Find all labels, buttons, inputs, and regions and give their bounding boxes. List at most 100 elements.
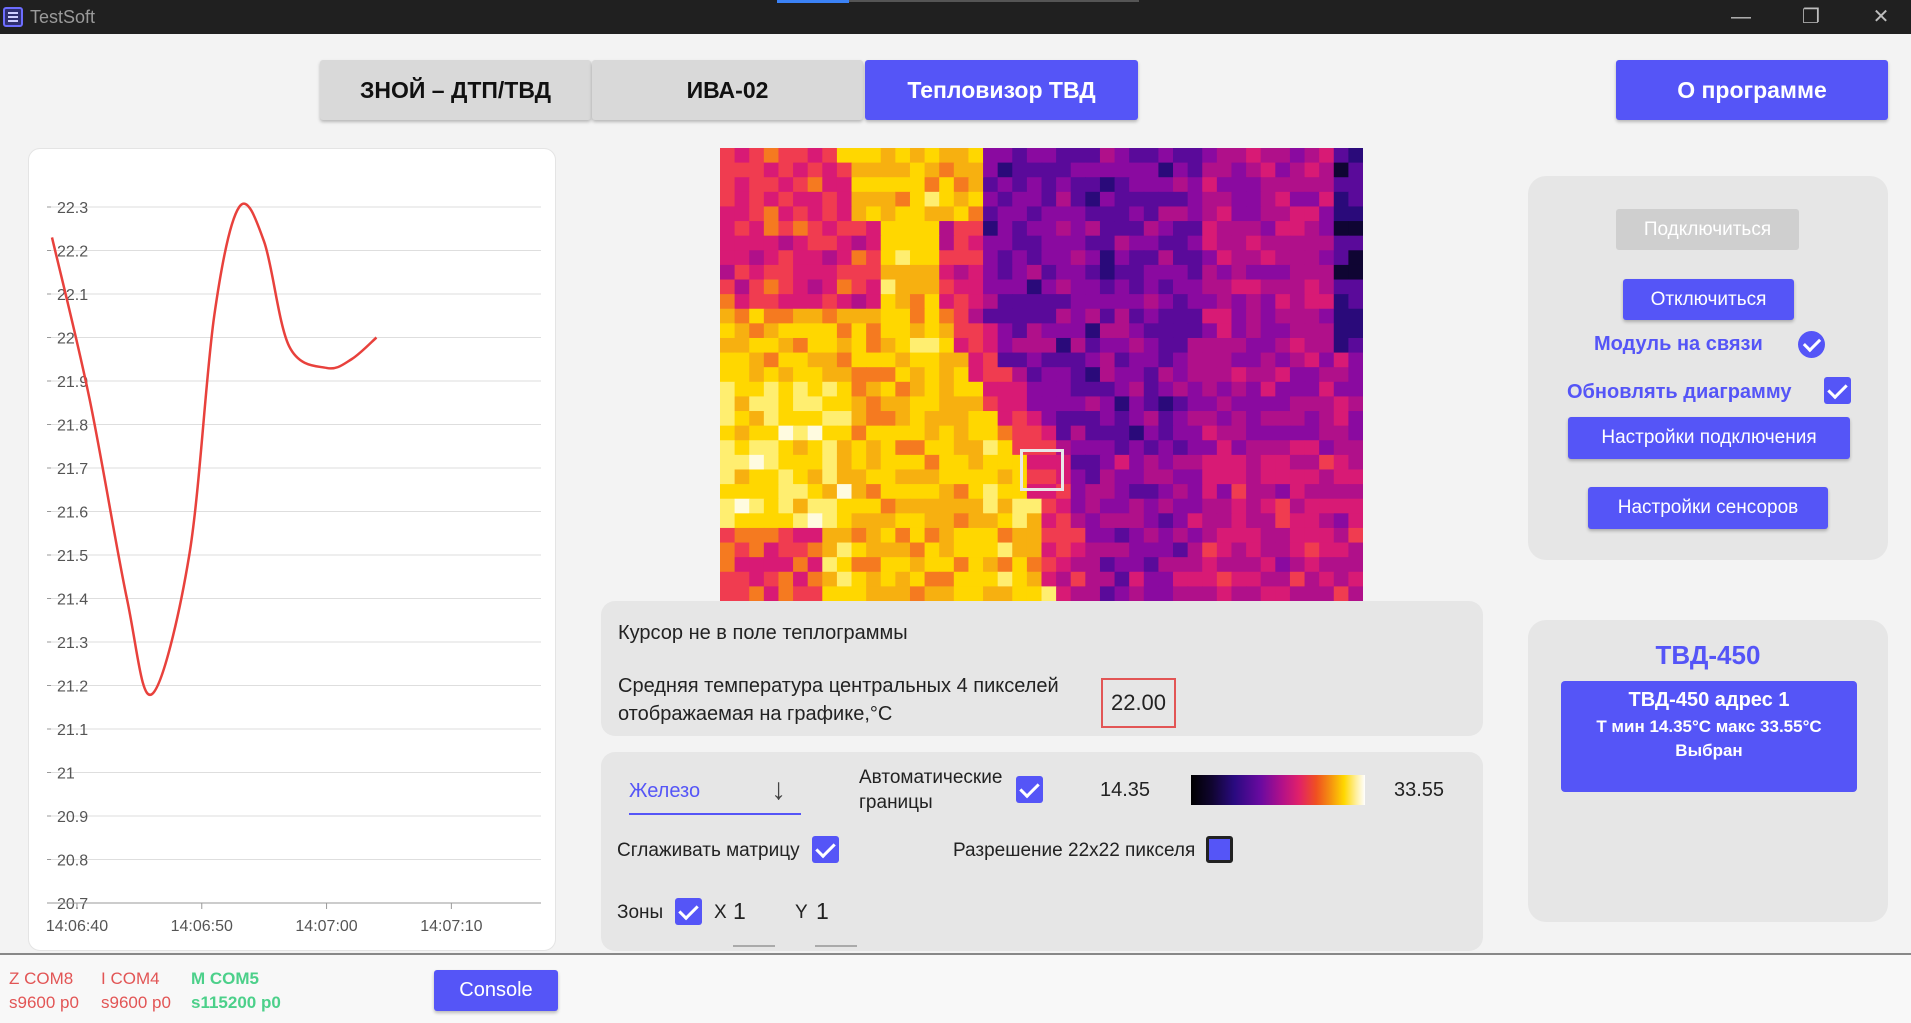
thermo-pixel — [1056, 191, 1072, 208]
disconnect-button[interactable]: Отключиться — [1623, 279, 1794, 320]
thermo-pixel — [1114, 527, 1130, 544]
x-tick-label: 14:07:00 — [295, 918, 357, 935]
thermo-pixel — [1129, 337, 1145, 354]
thermo-pixel — [1143, 221, 1160, 237]
thermo-pixel — [1085, 235, 1101, 251]
tab-iva-02[interactable]: ИВА-02 — [592, 60, 863, 120]
thermo-pixel — [968, 440, 984, 456]
thermo-pixel — [1085, 527, 1101, 544]
y-tick-label: 21.2 — [57, 679, 88, 696]
thermo-pixel — [1216, 177, 1233, 193]
thermo-pixel — [880, 469, 896, 485]
update-chart-checkbox[interactable] — [1824, 377, 1851, 404]
thermo-pixel — [909, 279, 926, 295]
thermo-pixel — [1012, 323, 1028, 339]
thermo-pixel — [793, 177, 809, 193]
thermo-pixel — [1056, 221, 1072, 237]
thermogram[interactable] — [720, 148, 1363, 601]
auto-bounds-checkbox[interactable] — [1016, 776, 1043, 803]
thermo-pixel — [1056, 308, 1072, 324]
about-button[interactable]: О программе — [1616, 60, 1888, 120]
thermo-pixel — [793, 513, 809, 529]
thermo-pixel — [1129, 221, 1145, 237]
title-bar: TestSoft — ❐ ✕ — [0, 0, 1911, 34]
thermo-pixel — [1275, 235, 1291, 251]
thermo-pixel — [1158, 191, 1174, 208]
thermo-pixel — [851, 513, 867, 529]
thermo-pixel — [1143, 279, 1160, 295]
thermo-pixel — [939, 235, 955, 251]
thermo-pixel — [1275, 191, 1291, 208]
zone-x-input[interactable]: 1 — [733, 898, 746, 925]
thermo-pixel — [866, 279, 882, 295]
thermo-pixel — [1202, 250, 1218, 266]
thermo-pixel — [851, 352, 867, 368]
sensor-settings-button[interactable]: Настройки сенсоров — [1588, 487, 1828, 529]
thermo-pixel — [793, 337, 809, 354]
thermo-pixel — [1085, 571, 1101, 587]
thermo-pixel — [1012, 411, 1028, 427]
thermo-pixel — [880, 440, 896, 456]
thermo-pixel — [1289, 454, 1306, 471]
connect-button[interactable]: Подключиться — [1616, 209, 1799, 250]
thermo-pixel — [1026, 411, 1043, 427]
tab-thermal-imager[interactable]: Тепловизор ТВД — [865, 60, 1138, 120]
thermo-pixel — [807, 571, 823, 587]
y-tick-label: 22.2 — [57, 244, 88, 261]
smooth-matrix-checkbox[interactable] — [812, 836, 839, 863]
thermo-pixel — [763, 542, 780, 558]
thermo-pixel — [1012, 235, 1028, 251]
resolution-checkbox[interactable] — [1206, 836, 1233, 863]
thermo-pixel — [1246, 323, 1262, 339]
thermo-pixel — [778, 411, 794, 427]
thermo-pixel — [880, 221, 896, 237]
thermo-pixel — [807, 425, 823, 441]
thermo-pixel — [1216, 469, 1233, 485]
thermo-pixel — [720, 454, 736, 471]
thermo-pixel — [909, 221, 926, 237]
device-card-name: ТВД-450 адрес 1 — [1628, 689, 1790, 711]
thermo-pixel — [1275, 250, 1291, 266]
device-card[interactable]: ТВД-450 адрес 1 Т мин 14.35°C макс 33.55… — [1561, 681, 1857, 792]
thermo-pixel — [720, 352, 736, 368]
thermo-pixel — [1260, 294, 1276, 310]
thermo-pixel — [1348, 352, 1363, 368]
thermo-pixel — [895, 396, 911, 412]
thermo-pixel — [1041, 250, 1057, 266]
thermo-pixel — [1216, 454, 1233, 471]
tab-znoy[interactable]: ЗНОЙ – ДТП/ТВД — [320, 60, 591, 120]
thermo-pixel — [1246, 557, 1262, 573]
thermo-pixel — [1275, 352, 1291, 368]
thermo-pixel — [836, 177, 853, 193]
zones-checkbox[interactable] — [675, 898, 702, 925]
thermo-pixel — [895, 221, 911, 237]
thermo-pixel — [807, 177, 823, 193]
thermo-pixel — [1012, 221, 1028, 237]
thermo-pixel — [997, 352, 1013, 368]
thermo-pixel — [924, 440, 940, 456]
thermo-pixel — [1187, 235, 1203, 251]
thermo-pixel — [1275, 162, 1291, 178]
thermo-pixel — [880, 513, 896, 529]
restore-icon[interactable]: ❐ — [1776, 0, 1846, 34]
thermo-pixel — [939, 498, 955, 514]
minimize-icon[interactable]: — — [1706, 0, 1776, 34]
thermo-pixel — [968, 148, 984, 164]
palette-select[interactable]: Железо ↓ — [629, 770, 801, 815]
thermo-pixel — [909, 235, 926, 251]
thermo-pixel — [1202, 542, 1218, 558]
y-tick-label: 21.3 — [57, 635, 88, 652]
close-icon[interactable]: ✕ — [1846, 0, 1911, 34]
thermo-pixel — [1026, 498, 1043, 514]
thermo-pixel — [1129, 396, 1145, 412]
thermo-pixel — [1143, 396, 1160, 412]
thermo-pixel — [983, 557, 999, 573]
zone-y-input[interactable]: 1 — [816, 898, 829, 925]
connection-settings-button[interactable]: Настройки подключения — [1568, 417, 1850, 459]
thermo-pixel — [822, 206, 838, 222]
thermo-pixel — [749, 411, 765, 427]
thermo-pixel — [939, 411, 955, 427]
thermo-pixel — [720, 557, 736, 573]
arrow-down-icon[interactable]: ↓ — [771, 773, 786, 807]
console-button[interactable]: Console — [434, 970, 558, 1011]
